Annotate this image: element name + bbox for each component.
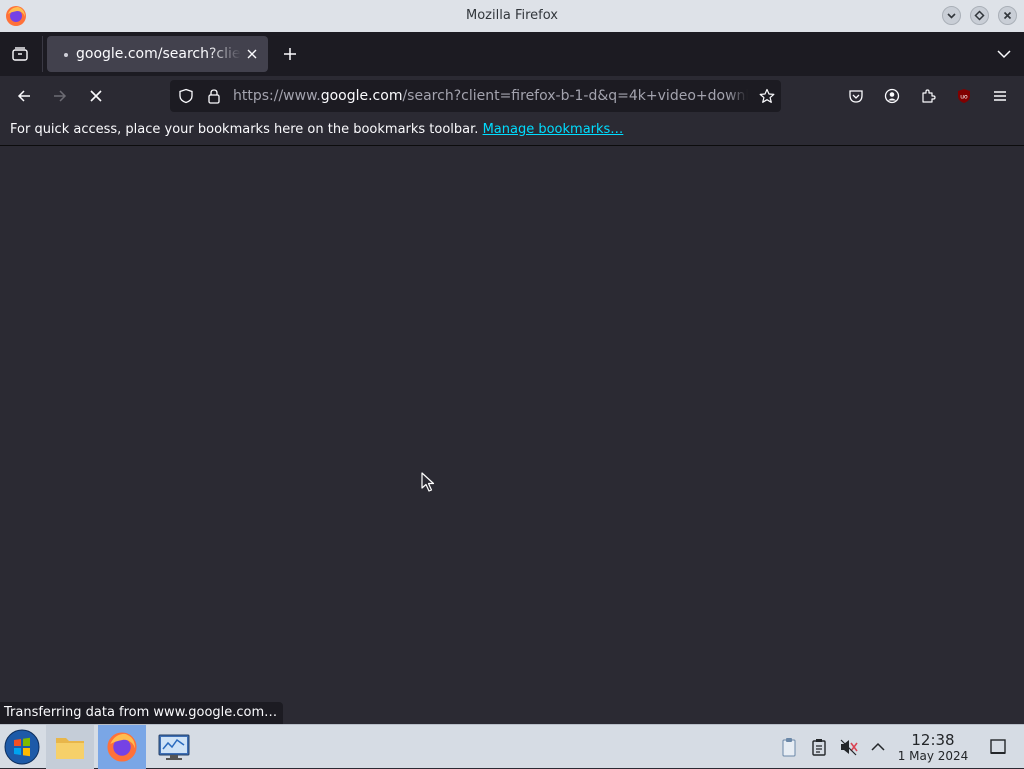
minimize-icon <box>947 13 956 19</box>
clock-time[interactable]: 12:38 <box>898 731 968 749</box>
maximize-button[interactable] <box>970 6 989 25</box>
ublock-icon: uo <box>958 89 970 103</box>
firefox-icon <box>107 732 137 762</box>
tab-title: google.com/search?client=firefox-b-1-d&q… <box>76 46 241 62</box>
close-icon <box>247 49 257 59</box>
close-window-button[interactable] <box>998 6 1017 25</box>
window-titlebar: Mozilla Firefox <box>0 0 1024 32</box>
tray-expand-button[interactable] <box>868 737 888 757</box>
loading-indicator-icon <box>64 53 68 57</box>
account-button[interactable] <box>880 84 904 108</box>
star-icon[interactable] <box>759 88 775 104</box>
bookmarks-toolbar: For quick access, place your bookmarks h… <box>0 116 1024 146</box>
url-input[interactable]: https://www.google.com/search?client=fir… <box>233 88 748 104</box>
shield-icon[interactable] <box>178 88 194 104</box>
pocket-icon <box>849 90 863 103</box>
new-tab-button[interactable] <box>278 42 302 66</box>
taskbar: 12:38 1 May 2024 <box>0 724 1024 769</box>
manage-bookmarks-link[interactable]: Manage bookmarks… <box>483 122 624 137</box>
svg-text:uo: uo <box>960 94 968 101</box>
taskbar-system-monitor[interactable] <box>150 725 198 769</box>
window-title: Mozilla Firefox <box>466 8 558 23</box>
tabs-menu-button[interactable] <box>992 42 1016 66</box>
menu-icon <box>994 91 1006 101</box>
url-prefix: https://www. <box>233 88 321 104</box>
active-tab[interactable]: google.com/search?client=firefox-b-1-d&q… <box>47 36 268 72</box>
ublock-button[interactable]: uo <box>952 84 976 108</box>
pocket-button[interactable] <box>844 84 868 108</box>
back-icon <box>17 90 30 102</box>
address-bar[interactable]: https://www.google.com/search?client=fir… <box>170 80 781 112</box>
list-all-tabs-button[interactable] <box>8 42 32 66</box>
maximize-icon <box>974 10 985 21</box>
mouse-cursor-icon <box>421 472 435 492</box>
back-button[interactable] <box>12 84 36 108</box>
page-content <box>0 146 1024 724</box>
forward-button[interactable] <box>48 84 72 108</box>
tab-separator <box>42 36 43 72</box>
account-icon <box>884 88 900 104</box>
stop-icon <box>90 90 102 102</box>
chevron-up-icon <box>871 742 885 751</box>
taskbar-file-manager[interactable] <box>46 725 94 769</box>
system-monitor-icon <box>158 734 190 760</box>
extensions-icon <box>922 89 936 103</box>
tab-bar: google.com/search?client=firefox-b-1-d&q… <box>0 32 1024 76</box>
tray-clipboard-manager[interactable] <box>779 737 799 757</box>
navigation-toolbar: https://www.google.com/search?client=fir… <box>0 76 1024 116</box>
extensions-button[interactable] <box>916 84 940 108</box>
status-panel: Transferring data from www.google.com… <box>0 702 284 724</box>
start-icon[interactable] <box>4 729 40 765</box>
clipboard-icon <box>782 738 796 757</box>
forward-icon <box>54 90 67 102</box>
clock-date[interactable]: 1 May 2024 <box>894 749 972 763</box>
tabs-menu-icon <box>997 50 1011 59</box>
new-tab-icon <box>284 48 296 60</box>
stop-button[interactable] <box>84 84 108 108</box>
show-desktop-icon <box>990 739 1006 754</box>
show-desktop-button[interactable] <box>988 737 1008 757</box>
tab-list-icon <box>12 47 28 61</box>
bookmarks-empty-message: For quick access, place your bookmarks h… <box>10 122 479 137</box>
tray-volume[interactable] <box>839 737 859 757</box>
app-menu-button[interactable] <box>988 84 1012 108</box>
minimize-button[interactable] <box>942 6 961 25</box>
clipboard-icon <box>812 739 826 756</box>
volume-muted-icon <box>840 739 858 756</box>
url-host: google.com <box>320 88 403 104</box>
lock-icon[interactable] <box>206 88 222 104</box>
url-path: /search?client=firefox-b-1-d&q=4k+video+… <box>402 88 748 104</box>
file-manager-icon <box>56 738 84 759</box>
close-icon <box>1003 11 1012 20</box>
taskbar-firefox[interactable] <box>98 725 146 769</box>
close-tab-button[interactable] <box>244 46 260 62</box>
tray-notes[interactable] <box>809 737 829 757</box>
